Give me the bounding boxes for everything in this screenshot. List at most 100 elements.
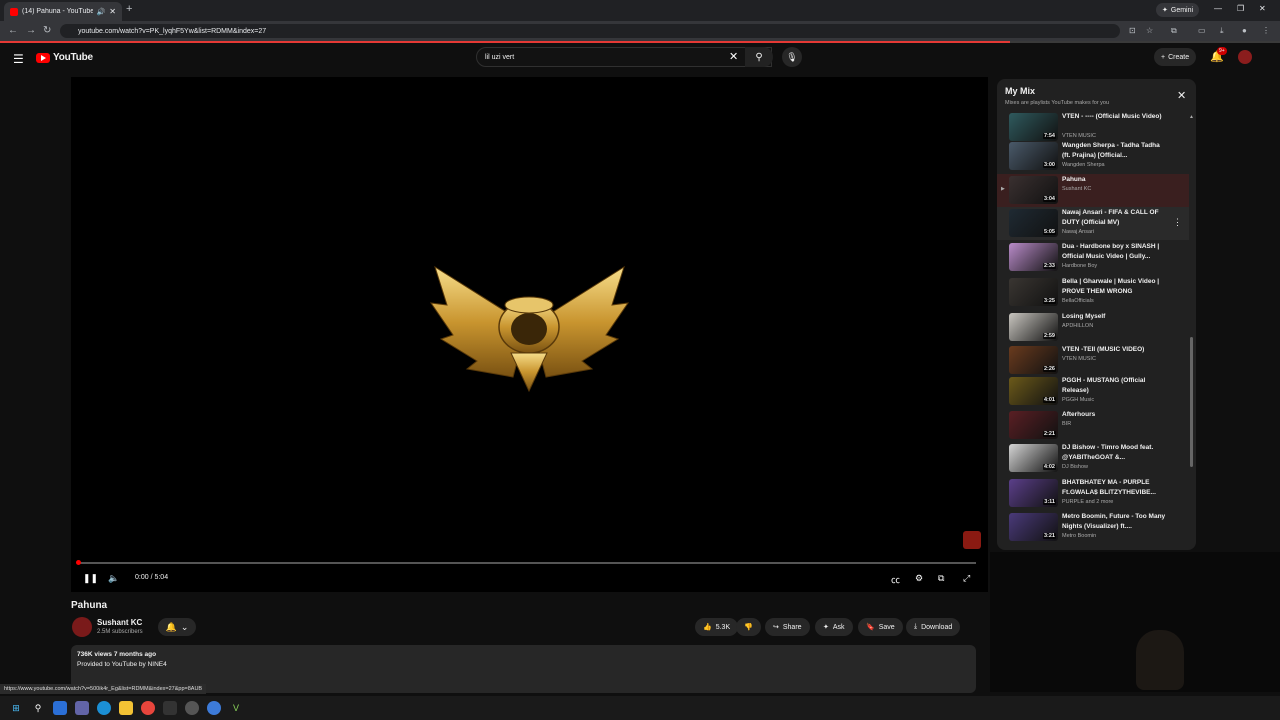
- hamburger-menu-icon[interactable]: ☰: [13, 52, 24, 66]
- duration-badge: 3:21: [1042, 533, 1056, 539]
- playlist-scrollbar[interactable]: [1190, 337, 1193, 467]
- playlist-item[interactable]: 3:21 Metro Boomin, Future - Too Many Nigh…: [997, 511, 1189, 544]
- pause-icon[interactable]: ❚❚: [83, 573, 98, 584]
- playlist-item[interactable]: 3:00 Wangden Sherpa - Tadha Tadha (ft. Pr…: [997, 140, 1189, 173]
- install-icon[interactable]: ⊡: [1129, 26, 1136, 35]
- share-button[interactable]: ↪ Share: [765, 618, 810, 636]
- close-playlist-icon[interactable]: ✕: [1177, 89, 1186, 102]
- profile-icon[interactable]: ●: [1242, 26, 1247, 35]
- edge-icon[interactable]: [97, 701, 111, 715]
- dislike-button[interactable]: 👎: [736, 618, 761, 636]
- playlist-item-title: Losing Myself: [1062, 313, 1106, 320]
- chrome-alt-icon[interactable]: [185, 701, 199, 715]
- gemini-button[interactable]: ✦ Gemini: [1156, 3, 1200, 17]
- playlist-thumbnail[interactable]: 3:21: [1009, 513, 1058, 541]
- chrome-active-icon[interactable]: [207, 701, 221, 715]
- playlist-item[interactable]: 2:59 Losing Myself APDHILLON: [997, 311, 1189, 344]
- playlist-item-channel: VTEN MUSIC: [1062, 356, 1096, 362]
- playlist-item[interactable]: 3:25 Bella | Gharwale | Music Video | PRO…: [997, 276, 1189, 309]
- browser-tab[interactable]: (14) Pahuna - YouTube 🔊 ✕: [4, 2, 122, 21]
- playlist-thumbnail[interactable]: 3:04: [1009, 176, 1058, 204]
- playlist-item[interactable]: ▶ 3:04 Pahuna Sushant KC: [997, 174, 1189, 207]
- account-avatar[interactable]: [1238, 50, 1252, 64]
- channel-avatar[interactable]: [72, 617, 92, 637]
- reload-icon[interactable]: ↻: [43, 25, 51, 36]
- playlist-item-channel: Sushant KC: [1062, 186, 1092, 192]
- video-player[interactable]: ❚❚ 🔈 0:00 / 5:04 ㏄ ⚙ ⧉ ⤢: [71, 77, 988, 592]
- minimize-icon[interactable]: —: [1214, 4, 1222, 13]
- like-button[interactable]: 👍 5.3K: [695, 618, 739, 636]
- save-label: Save: [878, 623, 895, 631]
- playlist-item[interactable]: 2:33 Dua - Hardbone boy x SINASH | Offici…: [997, 241, 1189, 274]
- playlist-item[interactable]: 4:02 DJ Bishow - Timro Mood feat. @YABITh…: [997, 442, 1189, 475]
- now-playing-icon: ▶: [1001, 186, 1005, 192]
- playlist-item[interactable]: 2:21 Afterhours BIR: [997, 409, 1189, 442]
- playlist-thumbnail[interactable]: 3:11: [1009, 479, 1058, 507]
- seek-bar[interactable]: [76, 560, 976, 565]
- more-options-icon[interactable]: ⋮: [1173, 217, 1182, 228]
- maximize-icon[interactable]: ❐: [1237, 4, 1244, 13]
- playlist-thumbnail[interactable]: 5:05: [1009, 209, 1058, 237]
- channel-name[interactable]: Sushant KC: [97, 618, 142, 627]
- captions-icon[interactable]: ㏄: [891, 573, 900, 586]
- settings-gear-icon[interactable]: ⚙: [915, 573, 923, 584]
- copilot-icon[interactable]: [53, 701, 67, 715]
- search-input[interactable]: lil uzi vert: [476, 47, 772, 67]
- clear-search-icon[interactable]: ✕: [729, 50, 738, 63]
- tab-title: (14) Pahuna - YouTube: [22, 8, 93, 15]
- youtube-logo-text: YouTube: [53, 52, 93, 63]
- bookmark-star-icon[interactable]: ☆: [1146, 26, 1153, 35]
- seek-handle[interactable]: [76, 560, 81, 565]
- playlist-thumbnail[interactable]: 2:33: [1009, 243, 1058, 271]
- playlist-thumbnail[interactable]: 2:59: [1009, 313, 1058, 341]
- save-button[interactable]: 🔖 Save: [858, 618, 903, 636]
- download-button[interactable]: ⤓ Download: [906, 618, 961, 636]
- sidepanel-icon[interactable]: ▭: [1198, 26, 1206, 35]
- url-field[interactable]: youtube.com/watch?v=PK_lyqhF5Yw&list=RDM…: [60, 24, 1120, 38]
- teams-icon[interactable]: [75, 701, 89, 715]
- download-icon[interactable]: ⤓: [1220, 26, 1224, 36]
- playlist-thumbnail[interactable]: 3:00: [1009, 142, 1058, 170]
- vim-icon[interactable]: V: [229, 701, 243, 715]
- scroll-up-arrow-icon[interactable]: ▲: [1189, 114, 1194, 120]
- back-icon[interactable]: ←: [8, 25, 18, 36]
- playlist-item[interactable]: 5:05 Nawaj Ansari - FIFA & CALL OF DUTY (…: [997, 207, 1189, 240]
- forward-icon[interactable]: →: [26, 25, 36, 36]
- new-tab-button[interactable]: +: [126, 3, 132, 15]
- description-box[interactable]: 736K views 7 months ago Provided to YouT…: [71, 645, 976, 693]
- youtube-logo[interactable]: YouTube: [36, 52, 93, 63]
- playlist-thumbnail[interactable]: 4:02: [1009, 444, 1058, 472]
- terminal-icon[interactable]: [163, 701, 177, 715]
- chevron-down-icon: ⌄: [180, 621, 189, 632]
- chrome-icon[interactable]: [141, 701, 155, 715]
- playlist-item[interactable]: 2:26 VTEN -TEII (MUSIC VIDEO) VTEN MUSIC: [997, 344, 1189, 377]
- create-button[interactable]: + Create: [1154, 48, 1197, 66]
- playlist-item[interactable]: 3:11 BHATBHATEY MA - PURPLE Ft.GWALA$ BLI…: [997, 477, 1189, 510]
- playlist-thumbnail[interactable]: 4:01: [1009, 377, 1058, 405]
- provided-by: Provided to YouTube by NINE4: [77, 661, 167, 668]
- close-window-icon[interactable]: ✕: [1259, 4, 1266, 13]
- volume-icon[interactable]: 🔈: [108, 573, 119, 584]
- menu-dots-icon[interactable]: ⋮: [1262, 26, 1270, 35]
- channel-watermark[interactable]: [963, 531, 981, 549]
- playlist-thumbnail[interactable]: 2:21: [1009, 411, 1058, 439]
- playlist-thumbnail[interactable]: 3:25: [1009, 278, 1058, 306]
- playlist-item[interactable]: 4:01 PGGH - MUSTANG (Official Release) PGG…: [997, 375, 1189, 408]
- bookmark-icon: 🔖: [866, 624, 875, 631]
- subscription-bell-button[interactable]: 🔔 ⌄: [158, 618, 196, 636]
- speaker-icon[interactable]: 🔊: [97, 8, 106, 16]
- voice-search-button[interactable]: 🎙: [782, 47, 802, 67]
- webcam-overlay: [990, 552, 1280, 692]
- extensions-icon[interactable]: ⧉: [1171, 26, 1177, 36]
- file-explorer-icon[interactable]: [119, 701, 133, 715]
- playlist-subtitle: Mixes are playlists YouTube makes for yo…: [1005, 100, 1110, 106]
- playlist-thumbnail[interactable]: 7:54: [1009, 113, 1058, 141]
- playlist-thumbnail[interactable]: 2:26: [1009, 346, 1058, 374]
- windows-start-icon[interactable]: ⊞: [9, 701, 23, 715]
- taskbar-search-icon[interactable]: ⚲: [31, 701, 45, 715]
- fullscreen-icon[interactable]: ⤢: [963, 573, 970, 584]
- miniplayer-icon[interactable]: ⧉: [938, 573, 944, 584]
- ask-button[interactable]: ✦ Ask: [815, 618, 853, 636]
- search-button[interactable]: ⚲: [745, 47, 773, 67]
- close-tab-icon[interactable]: ✕: [109, 7, 116, 16]
